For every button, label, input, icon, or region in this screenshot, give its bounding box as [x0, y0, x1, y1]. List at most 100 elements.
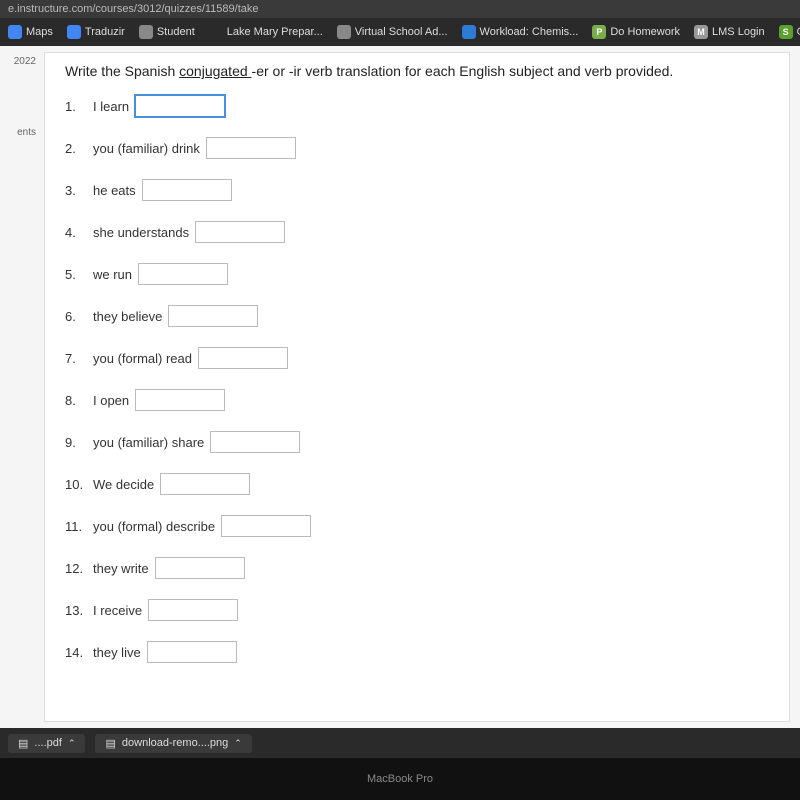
answer-input[interactable]	[142, 179, 232, 201]
url-text: e.instructure.com/courses/3012/quizzes/1…	[8, 3, 259, 15]
question-label: you (familiar) drink	[93, 141, 200, 156]
url-bar[interactable]: e.instructure.com/courses/3012/quizzes/1…	[0, 0, 800, 18]
answer-input[interactable]	[160, 473, 250, 495]
question-number: 11.	[65, 519, 87, 534]
instructions-pre: Write the Spanish	[65, 63, 179, 79]
question-row: 8. I open	[65, 389, 769, 411]
chevron-up-icon: ⌃	[68, 738, 76, 749]
question-label: We decide	[93, 477, 154, 492]
question-row: 2. you (familiar) drink	[65, 137, 769, 159]
file-icon: ▤	[105, 737, 115, 750]
question-row: 7.you (formal) read	[65, 347, 769, 369]
question-row: 4.she understands	[65, 221, 769, 243]
bookmark-favicon-icon	[209, 25, 223, 39]
download-chip[interactable]: ▤ ....pdf ⌃	[8, 734, 85, 753]
instructions-underline: conjugated	[179, 63, 251, 79]
question-row: 9. you (familiar) share	[65, 431, 769, 453]
question-number: 5.	[65, 267, 87, 282]
bookmarks-bar: Maps Traduzir Student Lake Mary Prepar... Vi…	[0, 18, 800, 46]
question-number: 8.	[65, 393, 87, 408]
quiz-instructions: Write the Spanish conjugated -er or -ir …	[65, 63, 769, 79]
question-label: they believe	[93, 309, 162, 324]
question-label: I receive	[93, 603, 142, 618]
question-number: 12.	[65, 561, 87, 576]
question-row: 13. I receive	[65, 599, 769, 621]
bookmark-label: Maps	[26, 26, 53, 38]
download-label: ....pdf	[34, 737, 62, 749]
question-number: 6.	[65, 309, 87, 324]
answer-input[interactable]	[148, 599, 238, 621]
instructions-post: -er or -ir verb translation for each Eng…	[252, 63, 674, 79]
bookmark-item[interactable]: Workload: Chemis...	[458, 23, 583, 41]
question-number: 14.	[65, 645, 87, 660]
answer-input[interactable]	[168, 305, 258, 327]
answer-input[interactable]	[195, 221, 285, 243]
answer-input[interactable]	[221, 515, 311, 537]
question-row: 3.he eats	[65, 179, 769, 201]
bookmark-item[interactable]: S O Sejda ajuda em...	[775, 23, 800, 41]
quiz-sidebar: 2022 ents	[0, 46, 40, 728]
question-label: I learn	[93, 99, 129, 114]
bookmark-favicon-icon	[462, 25, 476, 39]
answer-input[interactable]	[206, 137, 296, 159]
question-label: we run	[93, 267, 132, 282]
bookmark-label: Workload: Chemis...	[480, 26, 579, 38]
page-area: 2022 ents Write the Spanish conjugated -…	[0, 46, 800, 728]
bookmark-label: Virtual School Ad...	[355, 26, 448, 38]
downloads-bar: ▤ ....pdf ⌃ ▤ download-remo....png ⌃	[0, 728, 800, 758]
answer-input[interactable]	[147, 641, 237, 663]
question-label: I open	[93, 393, 129, 408]
bookmark-label: Lake Mary Prepar...	[227, 26, 323, 38]
bookmark-favicon-icon	[139, 25, 153, 39]
bookmark-item[interactable]: Maps	[4, 23, 57, 41]
question-label: they write	[93, 561, 149, 576]
question-label: you (familiar) share	[93, 435, 204, 450]
question-row: 1. I learn	[65, 95, 769, 117]
question-list: 1. I learn 2. you (familiar) drink 3.he eats…	[65, 95, 769, 663]
bookmark-item[interactable]: Lake Mary Prepar...	[205, 23, 327, 41]
bookmark-favicon-icon: P	[592, 25, 606, 39]
question-row: 10. We decide	[65, 473, 769, 495]
bookmark-favicon-icon	[337, 25, 351, 39]
bookmark-item[interactable]: M LMS Login	[690, 23, 769, 41]
question-number: 13.	[65, 603, 87, 618]
answer-input[interactable]	[135, 95, 225, 117]
bookmark-item[interactable]: P Do Homework	[588, 23, 684, 41]
bookmark-item[interactable]: Student	[135, 23, 199, 41]
question-label: they live	[93, 645, 141, 660]
answer-input[interactable]	[210, 431, 300, 453]
bookmark-label: Student	[157, 26, 195, 38]
chevron-up-icon: ⌃	[234, 738, 242, 749]
bookmark-item[interactable]: Traduzir	[63, 23, 129, 41]
question-row: 5. we run	[65, 263, 769, 285]
question-number: 1.	[65, 99, 87, 114]
answer-input[interactable]	[155, 557, 245, 579]
question-row: 6. they believe	[65, 305, 769, 327]
question-number: 2.	[65, 141, 87, 156]
bookmark-label: LMS Login	[712, 26, 765, 38]
question-number: 9.	[65, 435, 87, 450]
answer-input[interactable]	[138, 263, 228, 285]
bookmark-favicon-icon: M	[694, 25, 708, 39]
quiz-content: Write the Spanish conjugated -er or -ir …	[44, 52, 790, 722]
answer-input[interactable]	[198, 347, 288, 369]
device-label: MacBook Pro	[367, 773, 433, 785]
bookmark-item[interactable]: Virtual School Ad...	[333, 23, 452, 41]
question-number: 10.	[65, 477, 87, 492]
question-row: 11. you (formal) describe	[65, 515, 769, 537]
bookmark-label: O Sejda ajuda em...	[797, 26, 800, 38]
bookmark-label: Do Homework	[610, 26, 680, 38]
question-label: she understands	[93, 225, 189, 240]
question-label: you (formal) describe	[93, 519, 215, 534]
file-icon: ▤	[18, 737, 28, 750]
laptop-bezel: MacBook Pro	[0, 758, 800, 800]
sidebar-year: 2022	[14, 56, 36, 67]
download-label: download-remo....png	[122, 737, 228, 749]
question-number: 7.	[65, 351, 87, 366]
question-label: he eats	[93, 183, 136, 198]
answer-input[interactable]	[135, 389, 225, 411]
bookmark-favicon-icon	[67, 25, 81, 39]
download-chip[interactable]: ▤ download-remo....png ⌃	[95, 734, 251, 753]
bookmark-favicon-icon	[8, 25, 22, 39]
bookmark-favicon-icon: S	[779, 25, 793, 39]
